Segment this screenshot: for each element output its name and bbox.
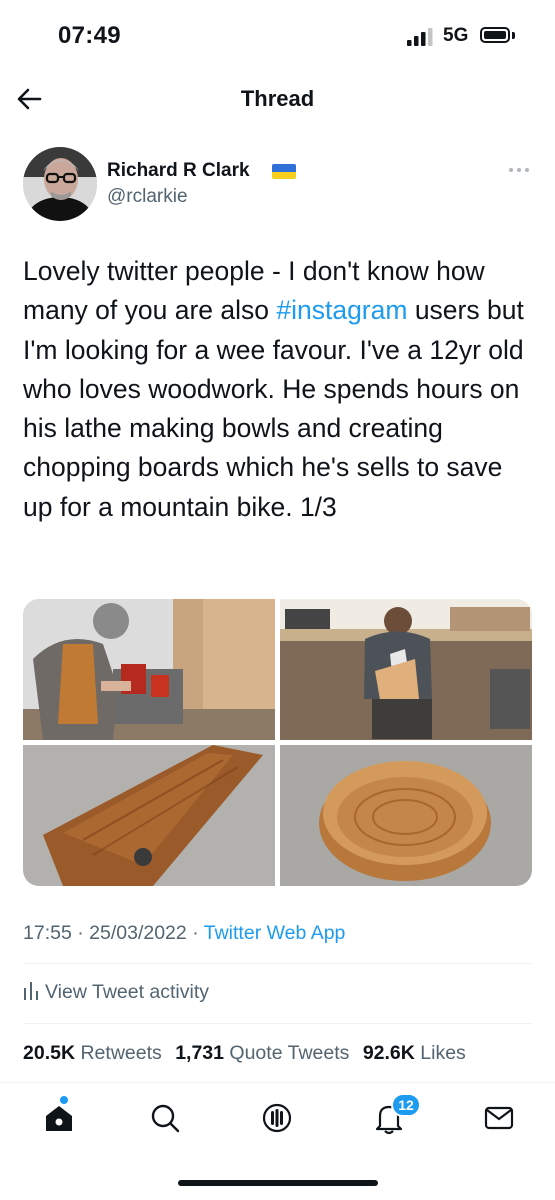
home-indicator[interactable] [178, 1180, 378, 1186]
activity-label: View Tweet activity [45, 981, 210, 1003]
author-name[interactable]: Richard R Clark [107, 160, 250, 182]
likes-label: Likes [420, 1042, 466, 1064]
status-bar: 07:49 5G [0, 0, 555, 72]
photo-chopping-board[interactable] [23, 745, 275, 886]
tweet-meta: 17:55 · 25/03/2022 · Twitter Web App [23, 922, 345, 945]
avatar[interactable] [23, 147, 97, 221]
header: Thread [0, 72, 555, 128]
view-tweet-activity-button[interactable]: View Tweet activity [23, 980, 209, 1004]
battery-icon [480, 27, 510, 43]
meta-separator: · [192, 922, 199, 944]
tweet-stats: 20.5K Retweets 1,731 Quote Tweets 92.6K … [23, 1042, 466, 1065]
tweet-time: 17:55 [23, 922, 72, 944]
likes-stat[interactable]: 92.6K Likes [363, 1042, 466, 1064]
quote-tweets-stat[interactable]: 1,731 Quote Tweets [175, 1042, 349, 1064]
battery-tip [512, 32, 515, 39]
messages-icon[interactable] [482, 1101, 516, 1135]
tweet-source-link[interactable]: Twitter Web App [204, 922, 346, 944]
spaces-icon[interactable] [260, 1101, 294, 1135]
retweets-label: Retweets [80, 1042, 162, 1064]
meta-separator: · [77, 922, 84, 944]
home-icon[interactable] [42, 1101, 76, 1135]
more-options-icon[interactable] [506, 160, 532, 180]
home-unread-dot [60, 1096, 68, 1104]
media-grid [23, 599, 532, 886]
retweets-stat[interactable]: 20.5K Retweets [23, 1042, 162, 1064]
quotes-label: Quote Tweets [229, 1042, 350, 1064]
status-time: 07:49 [58, 22, 121, 49]
divider [23, 963, 532, 964]
likes-count: 92.6K [362, 1042, 415, 1064]
author-handle[interactable]: @rclarkie [107, 186, 188, 208]
quotes-count: 1,731 [175, 1042, 224, 1064]
activity-bars-icon [24, 982, 38, 1000]
hashtag-link[interactable]: #instagram [276, 295, 407, 325]
tweet-text-part-2: users but I'm looking for a wee favour. … [23, 295, 524, 522]
network-type: 5G [443, 25, 469, 46]
cellular-signal-icon [407, 28, 433, 46]
notifications-badge: 12 [391, 1093, 421, 1117]
photo-wooden-bowl[interactable] [280, 745, 532, 886]
tweet-date: 25/03/2022 [89, 922, 187, 944]
search-icon[interactable] [148, 1101, 182, 1135]
photo-boy-carving[interactable] [280, 599, 532, 740]
ukraine-flag-icon [272, 164, 296, 179]
page-title: Thread [240, 86, 315, 111]
avatar-photo [23, 147, 97, 221]
tweet-text: Lovely twitter people - I don't know how… [23, 252, 535, 527]
photo-boy-at-lathe[interactable] [23, 599, 275, 740]
divider [23, 1023, 532, 1024]
bottom-tab-bar [0, 1082, 555, 1153]
retweets-count: 20.5K [23, 1042, 76, 1064]
